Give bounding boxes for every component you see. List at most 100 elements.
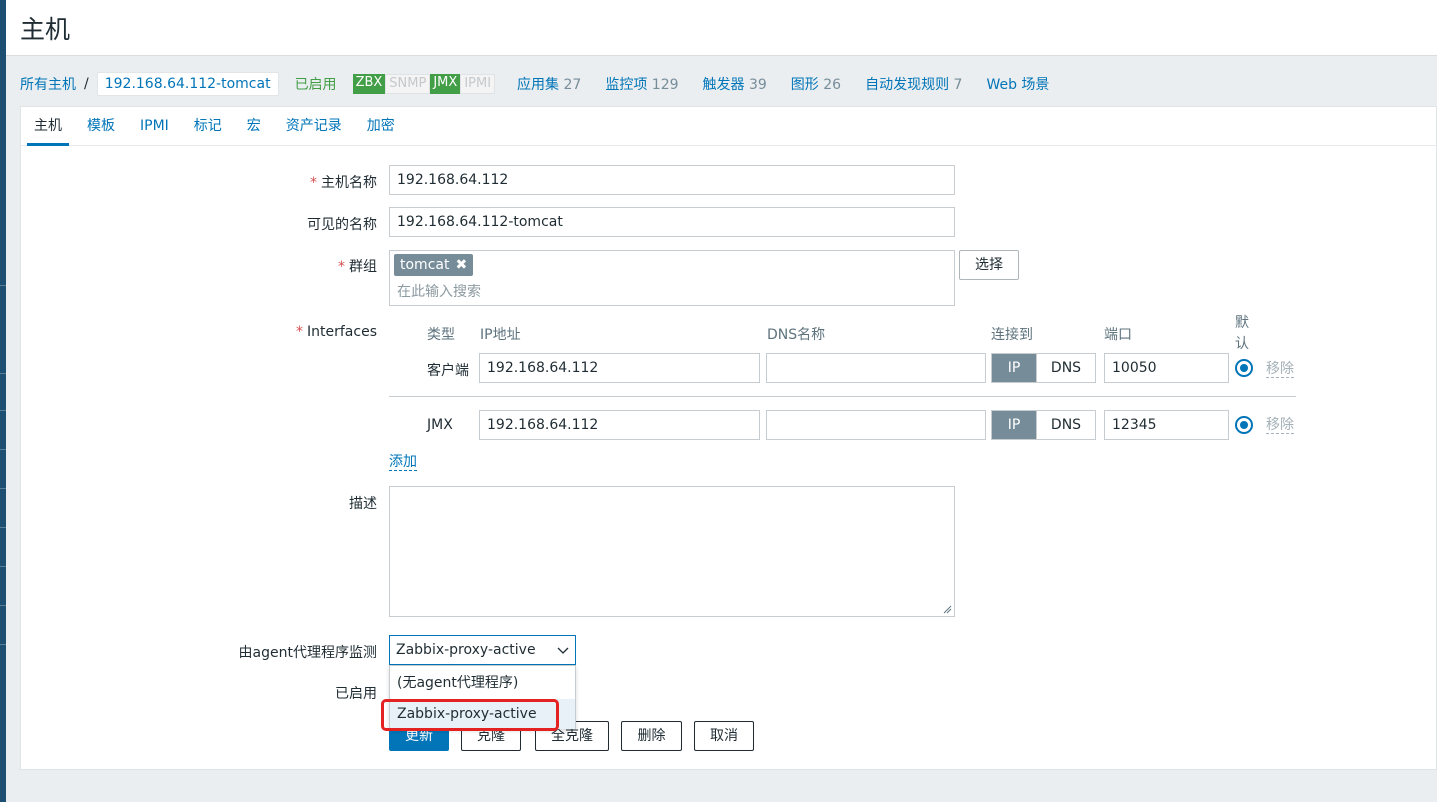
interface-port-input[interactable]: 10050 (1104, 353, 1229, 383)
groups-multiselect[interactable]: tomcat ✖ 在此输入搜索 (389, 250, 955, 306)
interfaces-header-ip: IP地址 (480, 327, 521, 343)
group-chip-tomcat: tomcat ✖ (394, 254, 474, 276)
tab-macros[interactable]: 宏 (240, 107, 268, 146)
host-form-panel: 主机 模板 IPMI 标记 宏 资产记录 加密 * 主机名称 192.168.64… (20, 106, 1437, 770)
nav-label: Web 场景 (986, 77, 1050, 93)
proxy-selected-value: Zabbix-proxy-active (396, 642, 536, 658)
breadcrumb-current-host[interactable]: 192.168.64.112-tomcat (96, 72, 279, 96)
connect-ip-button[interactable]: IP (992, 354, 1036, 382)
description-textarea[interactable] (389, 486, 955, 617)
nav-label: 触发器 (702, 77, 745, 93)
badge-jmx: JMX (430, 74, 461, 94)
nav-applications[interactable]: 应用集 27 (517, 74, 581, 94)
interfaces-header-dns: DNS名称 (767, 327, 826, 343)
interface-divider (389, 396, 1296, 397)
host-name-label: * 主机名称 (17, 172, 377, 192)
breadcrumb-separator: / (84, 76, 89, 92)
required-mark: * (338, 259, 345, 275)
interface-remove-link[interactable]: 移除 (1266, 361, 1294, 378)
interface-dns-input[interactable] (766, 353, 986, 383)
nav-label: 图形 (790, 77, 819, 93)
host-name-input[interactable]: 192.168.64.112 (389, 165, 955, 195)
visible-name-input[interactable]: 192.168.64.112-tomcat (389, 207, 955, 237)
nav-count: 27 (563, 77, 582, 93)
host-status[interactable]: 已启用 (295, 74, 337, 94)
interfaces-header-port: 端口 (1104, 327, 1132, 343)
availability-badges: ZBX SNMP JMX IPMI (352, 74, 496, 94)
sidebar-divider (0, 488, 6, 489)
tab-ipmi[interactable]: IPMI (133, 107, 176, 146)
interface-type-agent: 客户端 (427, 363, 469, 379)
description-label: 描述 (349, 496, 377, 512)
chip-label: tomcat (400, 257, 450, 273)
delete-button[interactable]: 删除 (621, 721, 682, 751)
tab-encryption[interactable]: 加密 (360, 107, 402, 146)
groups-label: * 群组 (17, 256, 377, 276)
tab-tags[interactable]: 标记 (187, 107, 229, 146)
nav-count: 129 (651, 77, 679, 93)
sidebar-edge (0, 0, 6, 802)
resize-grip-icon[interactable] (943, 605, 952, 614)
page-header: 主机 (6, 0, 1437, 56)
badge-snmp: SNMP (385, 74, 431, 94)
interface-port-input[interactable]: 12345 (1104, 410, 1229, 440)
form-tabs: 主机 模板 IPMI 标记 宏 资产记录 加密 (21, 107, 1437, 146)
nav-label: 监控项 (605, 77, 648, 93)
badge-ipmi: IPMI (460, 74, 496, 94)
label-text: Interfaces (307, 324, 377, 340)
host-nav: 应用集 27 监控项 129 触发器 39 图形 26 自动发现规则 7 Web… (517, 74, 1073, 94)
interface-default-radio[interactable] (1235, 359, 1253, 377)
nav-count: 39 (748, 77, 767, 93)
interface-connect-toggle: IP DNS (991, 353, 1096, 383)
tab-templates[interactable]: 模板 (80, 107, 122, 146)
nav-triggers[interactable]: 触发器 39 (703, 74, 767, 94)
tab-inventory[interactable]: 资产记录 (279, 107, 349, 146)
sidebar-divider (0, 644, 6, 645)
interface-dns-input[interactable] (766, 410, 986, 440)
tab-host[interactable]: 主机 (27, 107, 69, 146)
label-text: 主机名称 (321, 175, 377, 191)
sidebar-divider (0, 449, 6, 450)
proxy-label: 由agent代理程序监测 (238, 645, 377, 661)
required-mark: * (296, 324, 304, 340)
interface-ip-input[interactable]: 192.168.64.112 (479, 410, 760, 440)
sidebar-divider (0, 527, 6, 528)
proxy-select[interactable]: Zabbix-proxy-active (389, 635, 576, 665)
visible-name-label: 可见的名称 (307, 217, 377, 233)
proxy-option-none[interactable]: (无agent代理程序) (390, 668, 575, 698)
nav-count: 7 (953, 77, 963, 93)
badge-zbx: ZBX (352, 74, 386, 94)
nav-label: 应用集 (517, 77, 560, 93)
interface-ip-input[interactable]: 192.168.64.112 (479, 353, 760, 383)
select-groups-button[interactable]: 选择 (959, 250, 1019, 280)
connect-ip-button[interactable]: IP (992, 411, 1036, 439)
sidebar-divider (0, 285, 6, 286)
interfaces-header-default: 认 (1235, 336, 1249, 352)
cancel-button[interactable]: 取消 (694, 721, 754, 751)
interface-remove-link[interactable]: 移除 (1266, 417, 1294, 434)
enabled-label: 已启用 (335, 686, 377, 702)
interfaces-header-type: 类型 (427, 327, 455, 343)
breadcrumb: 所有主机 / 192.168.64.112-tomcat 已启用 ZBX SNM… (20, 62, 1073, 106)
connect-dns-button[interactable]: DNS (1036, 411, 1095, 439)
annotation-highlight (381, 699, 559, 731)
label-text: 群组 (349, 259, 377, 275)
add-interface-link[interactable]: 添加 (389, 454, 417, 471)
chip-remove-icon[interactable]: ✖ (455, 257, 467, 273)
nav-items[interactable]: 监控项 129 (605, 74, 678, 94)
breadcrumb-all-hosts[interactable]: 所有主机 (20, 74, 76, 94)
connect-dns-button[interactable]: DNS (1036, 354, 1095, 382)
sidebar-divider (0, 605, 6, 606)
nav-graphs[interactable]: 图形 26 (791, 74, 841, 94)
required-mark: * (310, 175, 317, 191)
interface-type-jmx: JMX (427, 417, 453, 433)
page-title: 主机 (20, 15, 71, 44)
interface-default-radio[interactable] (1235, 416, 1253, 434)
nav-web-scenarios[interactable]: Web 场景 (986, 74, 1049, 94)
interfaces-header-connect: 连接到 (991, 327, 1033, 343)
sidebar-divider (0, 566, 6, 567)
page-footer-area (6, 771, 1437, 802)
groups-search-input[interactable]: 在此输入搜索 (397, 281, 481, 301)
nav-discovery-rules[interactable]: 自动发现规则 7 (865, 74, 962, 94)
interfaces-label: * Interfaces (17, 324, 377, 340)
